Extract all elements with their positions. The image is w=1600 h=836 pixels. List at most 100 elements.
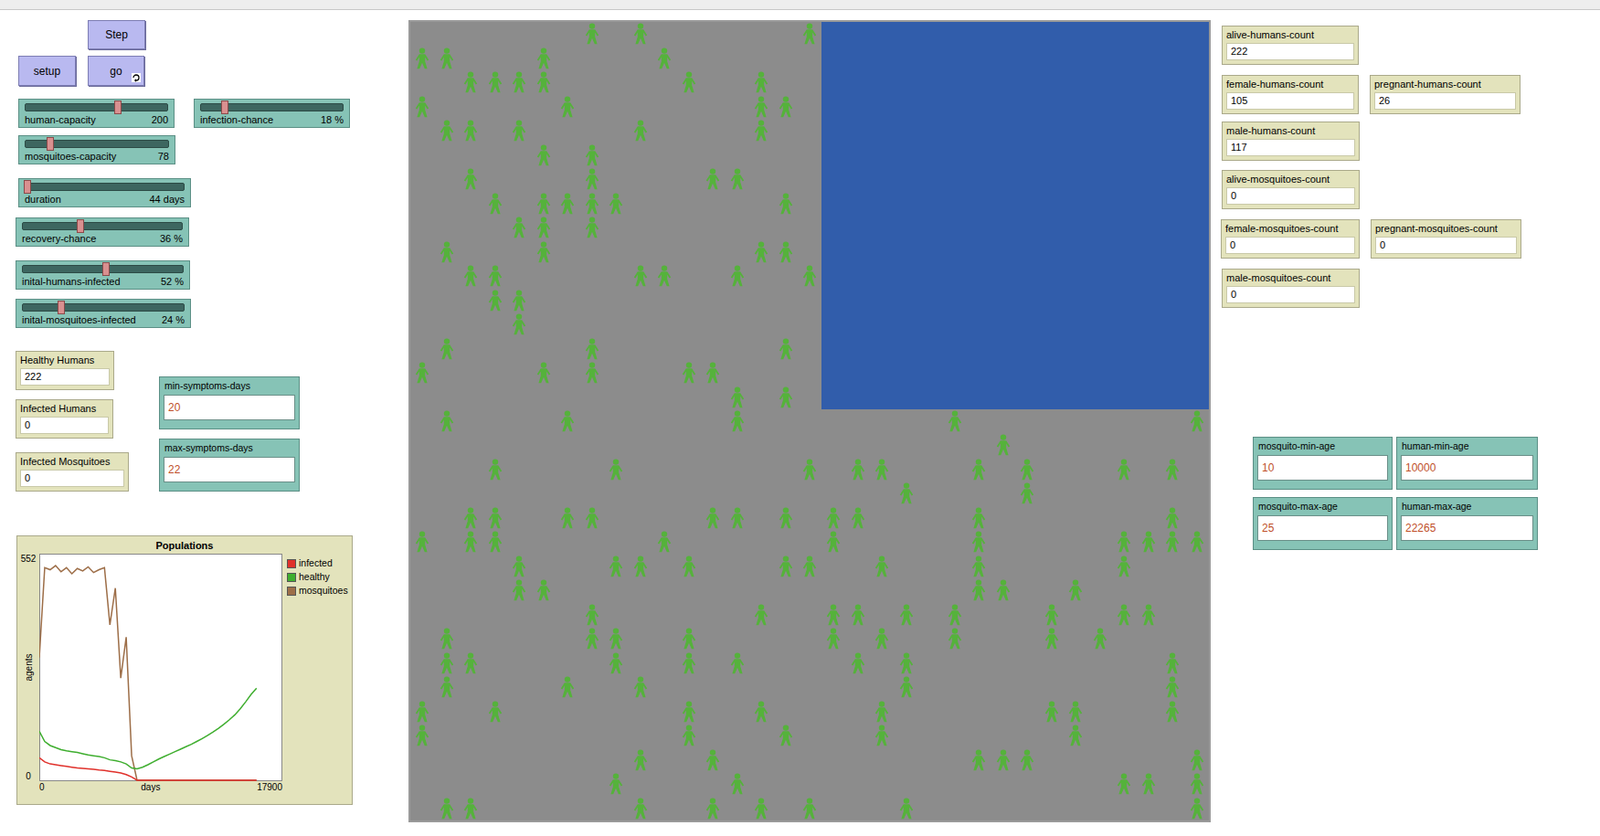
- human-icon: [633, 749, 648, 772]
- human-icon: [414, 724, 430, 747]
- input-field[interactable]: 20: [163, 394, 296, 421]
- input-field[interactable]: 10000: [1400, 455, 1534, 481]
- human-icon: [1165, 676, 1180, 699]
- human-icon: [1141, 603, 1156, 626]
- human-icon: [753, 95, 769, 118]
- human-icon: [439, 410, 455, 433]
- slider-track[interactable]: [21, 264, 184, 274]
- human-icon: [608, 458, 624, 481]
- slider-handle[interactable]: [23, 180, 32, 194]
- human-icon: [584, 361, 600, 384]
- input-box: mosquito-min-age 10: [1252, 436, 1393, 490]
- slider-track[interactable]: [200, 103, 344, 112]
- monitor-label: pregnant-mosquitoes-count: [1371, 220, 1521, 235]
- slider[interactable]: human-capacity200: [18, 98, 175, 128]
- human-icon: [656, 47, 672, 70]
- slider-handle[interactable]: [76, 219, 85, 234]
- human-icon: [826, 507, 841, 530]
- human-icon: [1044, 627, 1060, 650]
- input-field[interactable]: 25: [1257, 515, 1389, 541]
- y-axis-label: agents: [23, 653, 34, 681]
- human-icon: [826, 603, 841, 626]
- slider[interactable]: recovery-chance36 %: [15, 217, 190, 247]
- human-icon: [705, 168, 721, 191]
- human-icon: [511, 119, 527, 142]
- human-icon: [560, 410, 575, 433]
- monitor: pregnant-mosquitoes-count0: [1370, 219, 1522, 259]
- human-icon: [1189, 410, 1205, 433]
- human-icon: [971, 579, 986, 602]
- human-icon: [439, 338, 455, 361]
- human-icon: [414, 530, 430, 553]
- button[interactable]: Step: [87, 20, 146, 50]
- slider-handle[interactable]: [57, 300, 65, 315]
- monitor: Healthy Humans222: [15, 350, 115, 391]
- human-icon: [778, 338, 794, 361]
- input-field[interactable]: 22265: [1400, 515, 1534, 541]
- slider[interactable]: inital-humans-infected52 %: [15, 260, 191, 290]
- human-icon: [753, 119, 769, 142]
- slider-label: mosquitoes-capacity: [24, 150, 117, 163]
- monitor-value: 0: [1226, 187, 1356, 205]
- slider[interactable]: duration44 days: [18, 178, 191, 208]
- slider-value: 24 %: [161, 314, 185, 327]
- slider-label: human-capacity: [24, 114, 96, 127]
- human-icon: [487, 530, 503, 553]
- human-icon: [608, 627, 624, 650]
- series-line: [39, 688, 257, 769]
- monitor-value: 26: [1374, 92, 1516, 110]
- slider-handle[interactable]: [114, 100, 122, 115]
- slider-track[interactable]: [24, 182, 185, 191]
- human-icon: [487, 458, 503, 481]
- human-icon: [439, 676, 455, 699]
- human-icon: [487, 264, 503, 287]
- human-icon: [874, 555, 890, 578]
- legend-swatch: [286, 572, 297, 583]
- human-icon: [560, 192, 575, 215]
- human-icon: [584, 192, 600, 215]
- human-icon: [802, 555, 817, 578]
- slider-handle[interactable]: [221, 100, 229, 115]
- world-view: [408, 20, 1211, 823]
- slider-track[interactable]: [21, 222, 183, 231]
- slider-label: infection-chance: [200, 114, 274, 127]
- monitor-value: 105: [1226, 92, 1355, 110]
- slider-track[interactable]: [24, 103, 169, 112]
- monitor: Infected Mosquitoes0: [15, 452, 129, 492]
- slider-track[interactable]: [24, 139, 170, 149]
- input-field[interactable]: 22: [163, 456, 296, 483]
- human-icon: [1189, 773, 1205, 795]
- human-icon: [681, 627, 697, 650]
- human-icon: [414, 47, 430, 70]
- human-icon: [584, 22, 600, 45]
- monitor-label: male-humans-count: [1222, 122, 1359, 138]
- slider-value: 44 days: [148, 193, 185, 206]
- slider-handle[interactable]: [102, 262, 110, 276]
- slider-track[interactable]: [21, 303, 185, 312]
- input-label: human-max-age: [1397, 498, 1537, 513]
- button[interactable]: setup: [18, 55, 76, 86]
- human-icon: [971, 749, 986, 772]
- input-field[interactable]: 10: [1257, 455, 1389, 481]
- slider[interactable]: mosquitoes-capacity78: [18, 135, 176, 165]
- monitor: female-mosquitoes-count0: [1220, 219, 1360, 259]
- slider[interactable]: infection-chance18 %: [193, 98, 350, 128]
- human-icon: [487, 700, 503, 723]
- human-icon: [1044, 603, 1060, 626]
- human-icon: [584, 144, 600, 167]
- monitor-label: Infected Mosquitoes: [16, 453, 128, 468]
- human-icon: [681, 724, 697, 747]
- y-min-label: 0: [25, 771, 32, 782]
- button[interactable]: go: [87, 55, 145, 86]
- human-icon: [608, 555, 624, 578]
- plot-legend: infectedhealthymosquitoes: [286, 553, 349, 782]
- human-icon: [1019, 482, 1035, 505]
- human-icon: [584, 338, 600, 361]
- slider-handle[interactable]: [46, 137, 54, 151]
- human-icon: [633, 264, 648, 287]
- human-icon: [899, 797, 914, 820]
- human-icon: [753, 797, 769, 820]
- slider[interactable]: inital-mosquitoes-infected24 %: [15, 298, 191, 329]
- human-icon: [536, 47, 551, 70]
- input-label: mosquito-min-age: [1253, 437, 1392, 453]
